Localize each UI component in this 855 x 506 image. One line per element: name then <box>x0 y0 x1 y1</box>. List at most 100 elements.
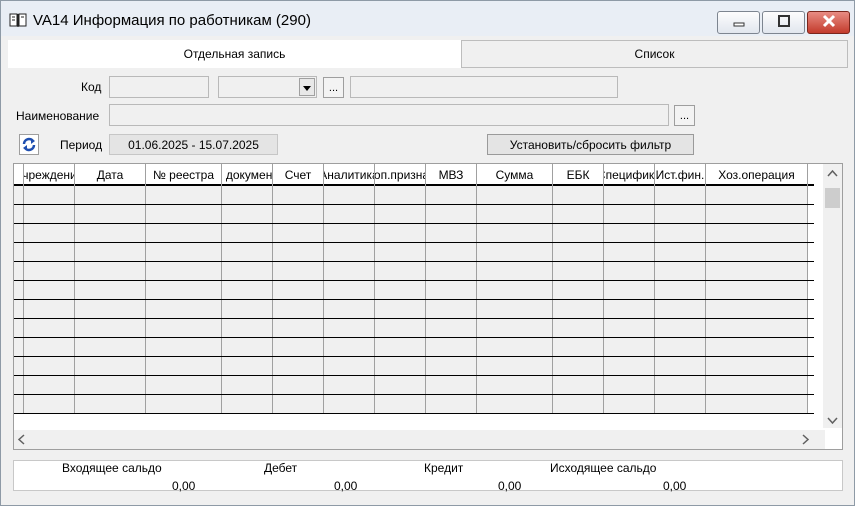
table-cell[interactable] <box>706 205 808 223</box>
table-cell[interactable] <box>604 205 655 223</box>
row-indicator[interactable] <box>14 186 24 204</box>
table-cell[interactable] <box>426 300 477 318</box>
chevron-right-icon[interactable] <box>802 434 810 448</box>
table-cell[interactable] <box>375 395 426 413</box>
table-cell[interactable] <box>146 205 222 223</box>
chevron-down-icon[interactable] <box>827 414 838 428</box>
table-cell[interactable] <box>477 186 553 204</box>
table-cell[interactable] <box>426 186 477 204</box>
table-cell[interactable] <box>604 319 655 337</box>
table-cell[interactable] <box>222 243 273 261</box>
table-cell[interactable] <box>222 357 273 375</box>
table-cell[interactable] <box>706 376 808 394</box>
column-header[interactable]: Доп.признак <box>375 164 426 186</box>
table-cell[interactable] <box>553 243 604 261</box>
table-cell[interactable] <box>655 262 706 280</box>
table-cell[interactable] <box>375 243 426 261</box>
table-cell[interactable] <box>604 376 655 394</box>
row-indicator[interactable] <box>14 262 24 280</box>
table-cell[interactable] <box>75 338 146 356</box>
table-cell[interactable] <box>706 224 808 242</box>
table-cell[interactable] <box>655 338 706 356</box>
table-cell[interactable] <box>604 243 655 261</box>
table-cell[interactable] <box>222 205 273 223</box>
table-cell[interactable] <box>273 319 324 337</box>
table-cell[interactable] <box>324 376 375 394</box>
table-cell[interactable] <box>222 376 273 394</box>
table-cell[interactable] <box>75 262 146 280</box>
table-cell[interactable] <box>426 376 477 394</box>
maximize-button[interactable] <box>762 11 805 34</box>
table-cell[interactable] <box>553 281 604 299</box>
table-cell[interactable] <box>75 376 146 394</box>
table-cell[interactable] <box>324 300 375 318</box>
tab-list[interactable]: Список <box>461 40 848 68</box>
table-cell[interactable] <box>426 319 477 337</box>
table-cell[interactable] <box>375 376 426 394</box>
table-cell[interactable] <box>146 300 222 318</box>
table-row[interactable] <box>14 319 814 338</box>
table-cell[interactable] <box>222 224 273 242</box>
table-cell[interactable] <box>706 395 808 413</box>
table-cell[interactable] <box>604 395 655 413</box>
row-indicator[interactable] <box>14 357 24 375</box>
table-cell[interactable] <box>24 338 75 356</box>
column-header[interactable]: Счет <box>273 164 324 186</box>
row-indicator[interactable] <box>14 224 24 242</box>
table-cell[interactable] <box>426 262 477 280</box>
table-cell[interactable] <box>222 186 273 204</box>
table-cell[interactable] <box>706 319 808 337</box>
table-row[interactable] <box>14 357 814 376</box>
refresh-button[interactable] <box>19 134 39 155</box>
row-indicator[interactable] <box>14 300 24 318</box>
table-row[interactable] <box>14 243 814 262</box>
column-header[interactable]: № документа <box>222 164 273 186</box>
table-cell[interactable] <box>655 300 706 318</box>
table-cell[interactable] <box>706 186 808 204</box>
table-cell[interactable] <box>604 262 655 280</box>
table-cell[interactable] <box>324 186 375 204</box>
column-header[interactable]: Специфика <box>604 164 655 186</box>
table-cell[interactable] <box>273 300 324 318</box>
table-row[interactable] <box>14 376 814 395</box>
table-cell[interactable] <box>24 281 75 299</box>
table-cell[interactable] <box>375 319 426 337</box>
table-cell[interactable] <box>477 205 553 223</box>
table-cell[interactable] <box>222 338 273 356</box>
title-bar[interactable]: VA14 Информация по работникам (290) <box>1 1 854 36</box>
column-header[interactable]: ЕБК <box>553 164 604 186</box>
table-cell[interactable] <box>24 357 75 375</box>
table-cell[interactable] <box>222 262 273 280</box>
table-cell[interactable] <box>75 205 146 223</box>
table-cell[interactable] <box>24 262 75 280</box>
table-cell[interactable] <box>146 357 222 375</box>
table-cell[interactable] <box>146 186 222 204</box>
table-cell[interactable] <box>24 205 75 223</box>
table-row[interactable] <box>14 186 814 205</box>
table-cell[interactable] <box>553 319 604 337</box>
table-cell[interactable] <box>706 243 808 261</box>
table-row[interactable] <box>14 300 814 319</box>
column-header[interactable]: № реестра <box>146 164 222 186</box>
table-cell[interactable] <box>477 319 553 337</box>
table-cell[interactable] <box>553 300 604 318</box>
table-row[interactable] <box>14 281 814 300</box>
table-cell[interactable] <box>324 281 375 299</box>
table-cell[interactable] <box>426 224 477 242</box>
table-cell[interactable] <box>706 300 808 318</box>
table-cell[interactable] <box>75 186 146 204</box>
code-name-field[interactable] <box>350 76 618 98</box>
table-cell[interactable] <box>553 262 604 280</box>
table-cell[interactable] <box>273 338 324 356</box>
table-cell[interactable] <box>324 319 375 337</box>
table-cell[interactable] <box>146 262 222 280</box>
table-cell[interactable] <box>706 338 808 356</box>
table-cell[interactable] <box>273 395 324 413</box>
minimize-button[interactable] <box>717 11 760 34</box>
row-indicator[interactable] <box>14 395 24 413</box>
table-cell[interactable] <box>477 281 553 299</box>
scroll-thumb[interactable] <box>825 188 840 208</box>
table-cell[interactable] <box>146 281 222 299</box>
table-row[interactable] <box>14 224 814 243</box>
table-cell[interactable] <box>706 357 808 375</box>
